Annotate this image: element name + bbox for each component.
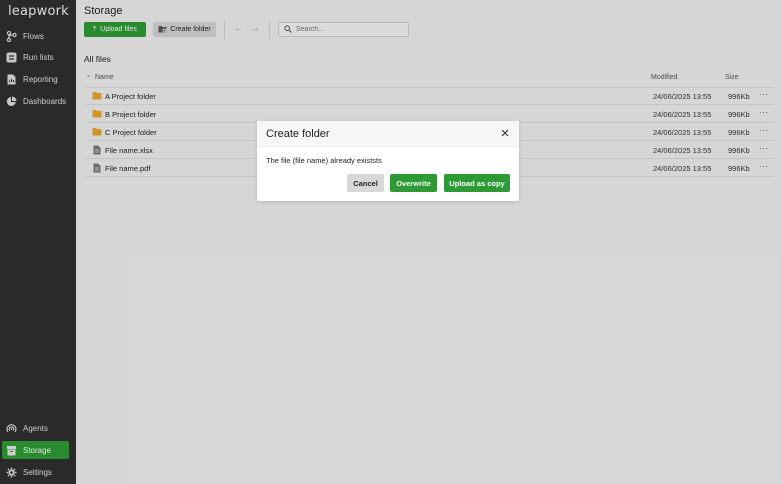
dialog-header: Create folder <box>257 121 519 147</box>
upload-as-copy-button[interactable]: Upload as copy <box>444 174 510 192</box>
close-icon[interactable] <box>501 129 509 140</box>
create-folder-dialog: Create folder The file (file name) alrea… <box>257 121 519 201</box>
cancel-button[interactable]: Cancel <box>347 174 384 192</box>
overwrite-button[interactable]: Overwrite <box>390 174 437 192</box>
modal-backdrop[interactable] <box>0 0 782 484</box>
dialog-message: The file (file name) already existsts <box>266 156 382 165</box>
dialog-title: Create folder <box>266 128 330 140</box>
